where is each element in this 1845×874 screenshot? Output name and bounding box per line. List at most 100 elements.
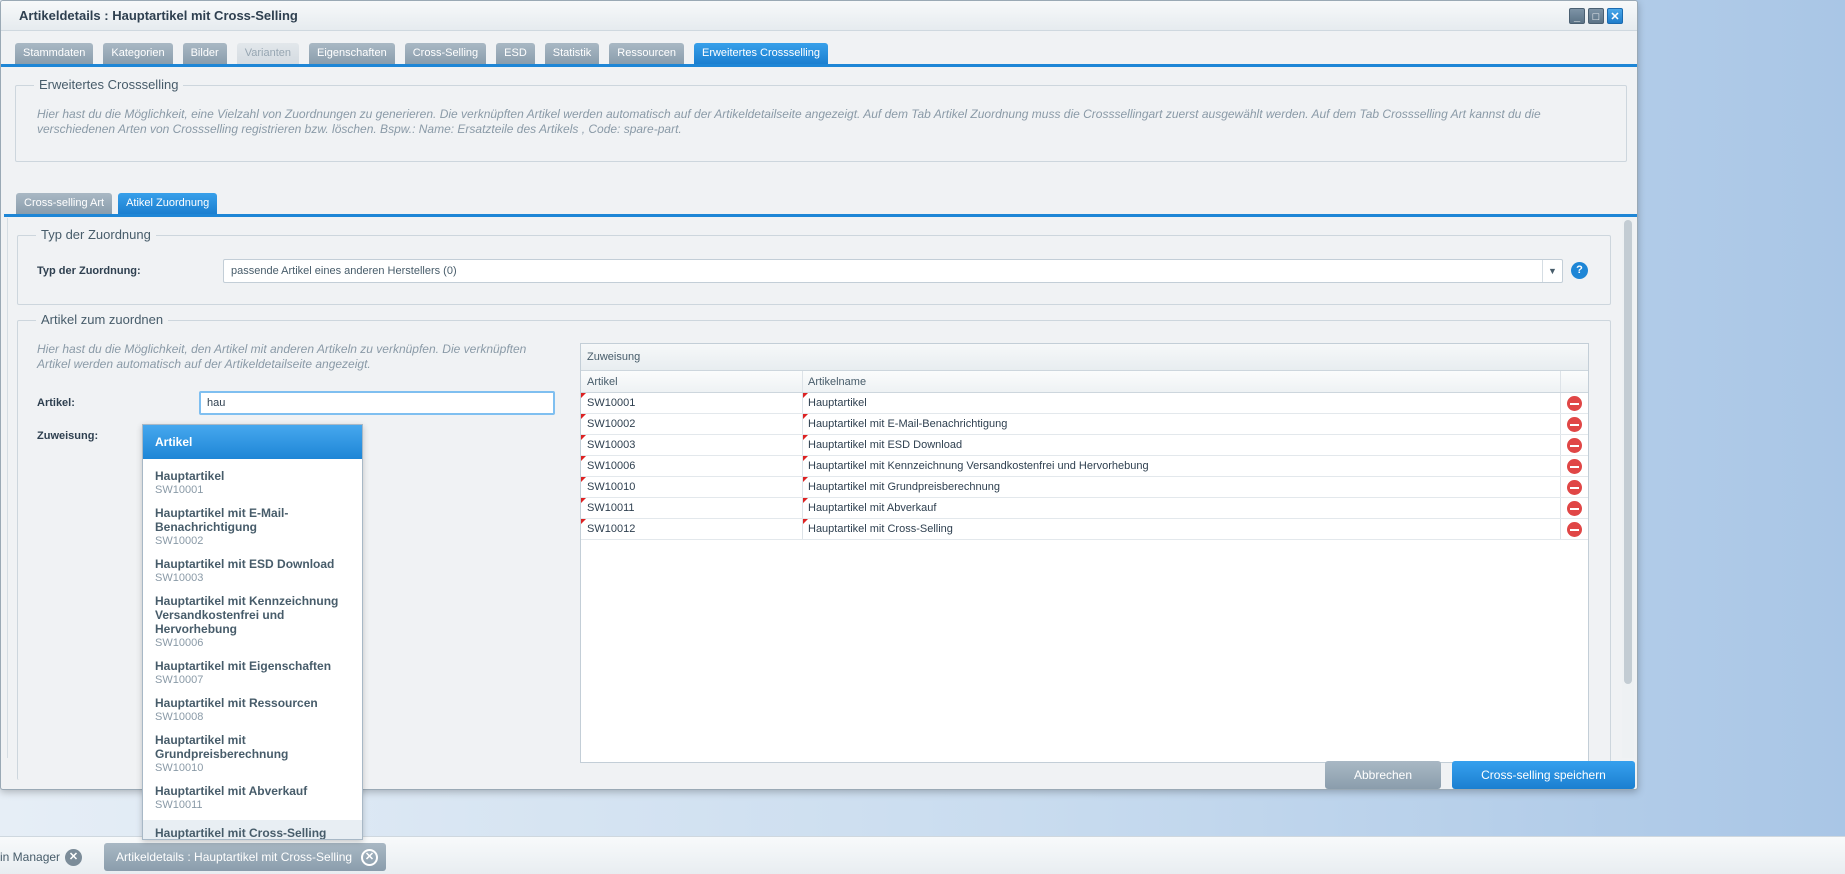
- delete-icon[interactable]: [1567, 396, 1582, 411]
- dropdown-item-name: Hauptartikel: [155, 469, 225, 483]
- close-icon[interactable]: ✕: [65, 849, 82, 866]
- window-titlebar[interactable]: Artikeldetails : Hauptartikel mit Cross-…: [1, 1, 1637, 31]
- dropdown-item-name: Hauptartikel mit Ressourcen: [155, 696, 318, 710]
- tab-esd[interactable]: ESD: [496, 43, 535, 64]
- delete-icon[interactable]: [1567, 480, 1582, 495]
- scrollbar-thumb[interactable]: [1624, 220, 1632, 684]
- tab-erweitertes-crossselling[interactable]: Erweitertes Crossselling: [693, 43, 828, 64]
- column-header-actions: [1561, 371, 1588, 392]
- cell-artikel: SW10003: [581, 435, 803, 455]
- table-row[interactable]: SW10002 Hauptartikel mit E-Mail-Benachri…: [581, 414, 1588, 435]
- cancel-button[interactable]: Abbrechen: [1325, 761, 1441, 789]
- dropdown-item-code: SW10001: [155, 484, 204, 496]
- dropdown-item[interactable]: Hauptartikel mit Cross-Selling: [143, 820, 362, 840]
- dropdown-item-code: SW10008: [155, 711, 204, 723]
- zuweisung-label: Zuweisung:: [37, 430, 99, 442]
- table-row[interactable]: SW10006 Hauptartikel mit Kennzeichnung V…: [581, 456, 1588, 477]
- chevron-down-icon[interactable]: ▼: [1542, 260, 1562, 282]
- tab-stammdaten[interactable]: Stammdaten: [15, 43, 94, 64]
- taskbar: in Manager ✕ Artikeldetails : Hauptartik…: [0, 836, 1845, 874]
- dropdown-item[interactable]: Hauptartikel mit Kennzeichnung Versandko…: [143, 594, 362, 650]
- cell-artikelname: Hauptartikel mit E-Mail-Benachrichtigung: [803, 414, 1561, 434]
- type-value: passende Artikel eines anderen Herstelle…: [231, 265, 457, 277]
- grid-title: Zuweisung: [581, 344, 1588, 371]
- tab-eigenschaften[interactable]: Eigenschaften: [309, 43, 395, 64]
- dropdown-item[interactable]: Hauptartikel mit Grundpreisberechnung SW…: [143, 733, 362, 775]
- assign-legend: Artikel zum zuordnen: [36, 312, 169, 327]
- tab-varianten: Varianten: [236, 43, 299, 64]
- delete-icon[interactable]: [1567, 459, 1582, 474]
- dropdown-item-name: Hauptartikel mit Grundpreisberechnung: [155, 733, 289, 761]
- cell-artikelname: Hauptartikel mit Grundpreisberechnung: [803, 477, 1561, 497]
- save-crossselling-button[interactable]: Cross-selling speichern: [1452, 761, 1635, 789]
- delete-icon[interactable]: [1567, 438, 1582, 453]
- artikel-suggestion-dropdown: Artikel Hauptartikel SW10001 Hauptartike…: [142, 424, 363, 840]
- table-row[interactable]: SW10012 Hauptartikel mit Cross-Selling: [581, 519, 1588, 540]
- cell-artikelname: Hauptartikel mit Kennzeichnung Versandko…: [803, 456, 1561, 476]
- cell-artikelname: Hauptartikel mit Cross-Selling: [803, 519, 1561, 539]
- panel-scrollbar[interactable]: [1622, 218, 1634, 758]
- tab-ressourcen[interactable]: Ressourcen: [609, 43, 684, 64]
- cell-artikel: SW10012: [581, 519, 803, 539]
- cell-artikelname: Hauptartikel mit Abverkauf: [803, 498, 1561, 518]
- cell-artikelname: Hauptartikel: [803, 393, 1561, 413]
- artikel-label: Artikel:: [37, 397, 75, 409]
- dropdown-item-name: Hauptartikel mit E-Mail-Benachrichtigung: [155, 506, 289, 534]
- cell-artikel: SW10001: [581, 393, 803, 413]
- type-label: Typ der Zuordnung:: [37, 265, 141, 277]
- tab-artikel-zuordnung[interactable]: Atikel Zuordnung: [118, 193, 218, 214]
- column-header-artikel[interactable]: Artikel: [581, 371, 803, 392]
- dropdown-item-name: Hauptartikel mit Kennzeichnung Versandko…: [155, 594, 339, 636]
- delete-icon[interactable]: [1567, 501, 1582, 516]
- delete-icon[interactable]: [1567, 522, 1582, 537]
- taskbar-item-manager[interactable]: in Manager ✕: [0, 843, 90, 871]
- dropdown-item-code: SW10003: [155, 572, 204, 584]
- grid-header: Artikel Artikelname: [581, 371, 1588, 393]
- maximize-icon[interactable]: □: [1588, 8, 1604, 24]
- tab-cross-selling-art[interactable]: Cross-selling Art: [16, 193, 113, 214]
- info-text: Hier hast du die Möglichkeit, eine Vielz…: [37, 107, 1541, 136]
- close-icon[interactable]: ✕: [1607, 8, 1623, 24]
- dropdown-item[interactable]: Hauptartikel mit ESD Download SW10003: [143, 557, 362, 585]
- table-row[interactable]: SW10003 Hauptartikel mit ESD Download: [581, 435, 1588, 456]
- artikel-search-input[interactable]: hau: [199, 391, 555, 415]
- dropdown-item[interactable]: Hauptartikel mit Abverkauf SW10011: [143, 784, 362, 812]
- table-row[interactable]: SW10011 Hauptartikel mit Abverkauf: [581, 498, 1588, 519]
- dropdown-item[interactable]: Hauptartikel mit Ressourcen SW10008: [143, 696, 362, 724]
- assign-help-text: Hier hast du die Möglichkeit, den Artike…: [37, 342, 527, 371]
- type-combobox[interactable]: passende Artikel eines anderen Herstelle…: [223, 259, 1563, 283]
- dropdown-item-code: SW10002: [155, 535, 204, 547]
- dropdown-item-code: SW10007: [155, 674, 204, 686]
- table-row[interactable]: SW10001 Hauptartikel: [581, 393, 1588, 414]
- taskbar-item-label: in Manager: [0, 850, 61, 864]
- tab-cross-selling[interactable]: Cross-Selling: [404, 43, 487, 64]
- info-fieldset: Erweitertes Crossselling Hier hast du di…: [15, 77, 1627, 162]
- cell-artikel: SW10006: [581, 456, 803, 476]
- dropdown-item-name: Hauptartikel mit Cross-Selling: [155, 826, 327, 840]
- tab-statistik[interactable]: Statistik: [544, 43, 600, 64]
- taskbar-item-artikeldetails[interactable]: Artikeldetails : Hauptartikel mit Cross-…: [104, 843, 386, 871]
- info-legend: Erweitertes Crossselling: [34, 77, 184, 92]
- tab-bilder[interactable]: Bilder: [182, 43, 227, 64]
- help-icon[interactable]: ?: [1571, 262, 1588, 279]
- window-controls: _ □ ✕: [1569, 8, 1623, 24]
- cell-artikel: SW10011: [581, 498, 803, 518]
- dropdown-item-name: Hauptartikel mit Eigenschaften: [155, 659, 332, 673]
- tab-kategorien[interactable]: Kategorien: [103, 43, 173, 64]
- sub-tabbar: Cross-selling Art Atikel Zuordnung: [4, 193, 1637, 217]
- dropdown-item-name: Hauptartikel mit ESD Download: [155, 557, 335, 571]
- dropdown-item[interactable]: Hauptartikel mit Eigenschaften SW10007: [143, 659, 362, 687]
- minimize-icon[interactable]: _: [1569, 8, 1585, 24]
- dropdown-item[interactable]: Hauptartikel mit E-Mail-Benachrichtigung…: [143, 506, 362, 548]
- dropdown-item-code: SW10010: [155, 762, 204, 774]
- delete-icon[interactable]: [1567, 417, 1582, 432]
- window-title: Artikeldetails : Hauptartikel mit Cross-…: [19, 8, 298, 23]
- dropdown-item-name: Hauptartikel mit Abverkauf: [155, 784, 308, 798]
- dropdown-item-code: SW10011: [155, 799, 203, 811]
- table-row[interactable]: SW10010 Hauptartikel mit Grundpreisberec…: [581, 477, 1588, 498]
- main-tabbar: Stammdaten Kategorien Bilder Varianten E…: [1, 43, 1637, 67]
- type-legend: Typ der Zuordnung: [36, 227, 156, 242]
- dropdown-item[interactable]: Hauptartikel SW10001: [143, 469, 362, 497]
- close-icon[interactable]: ✕: [361, 849, 378, 866]
- column-header-artikelname[interactable]: Artikelname: [803, 371, 1561, 392]
